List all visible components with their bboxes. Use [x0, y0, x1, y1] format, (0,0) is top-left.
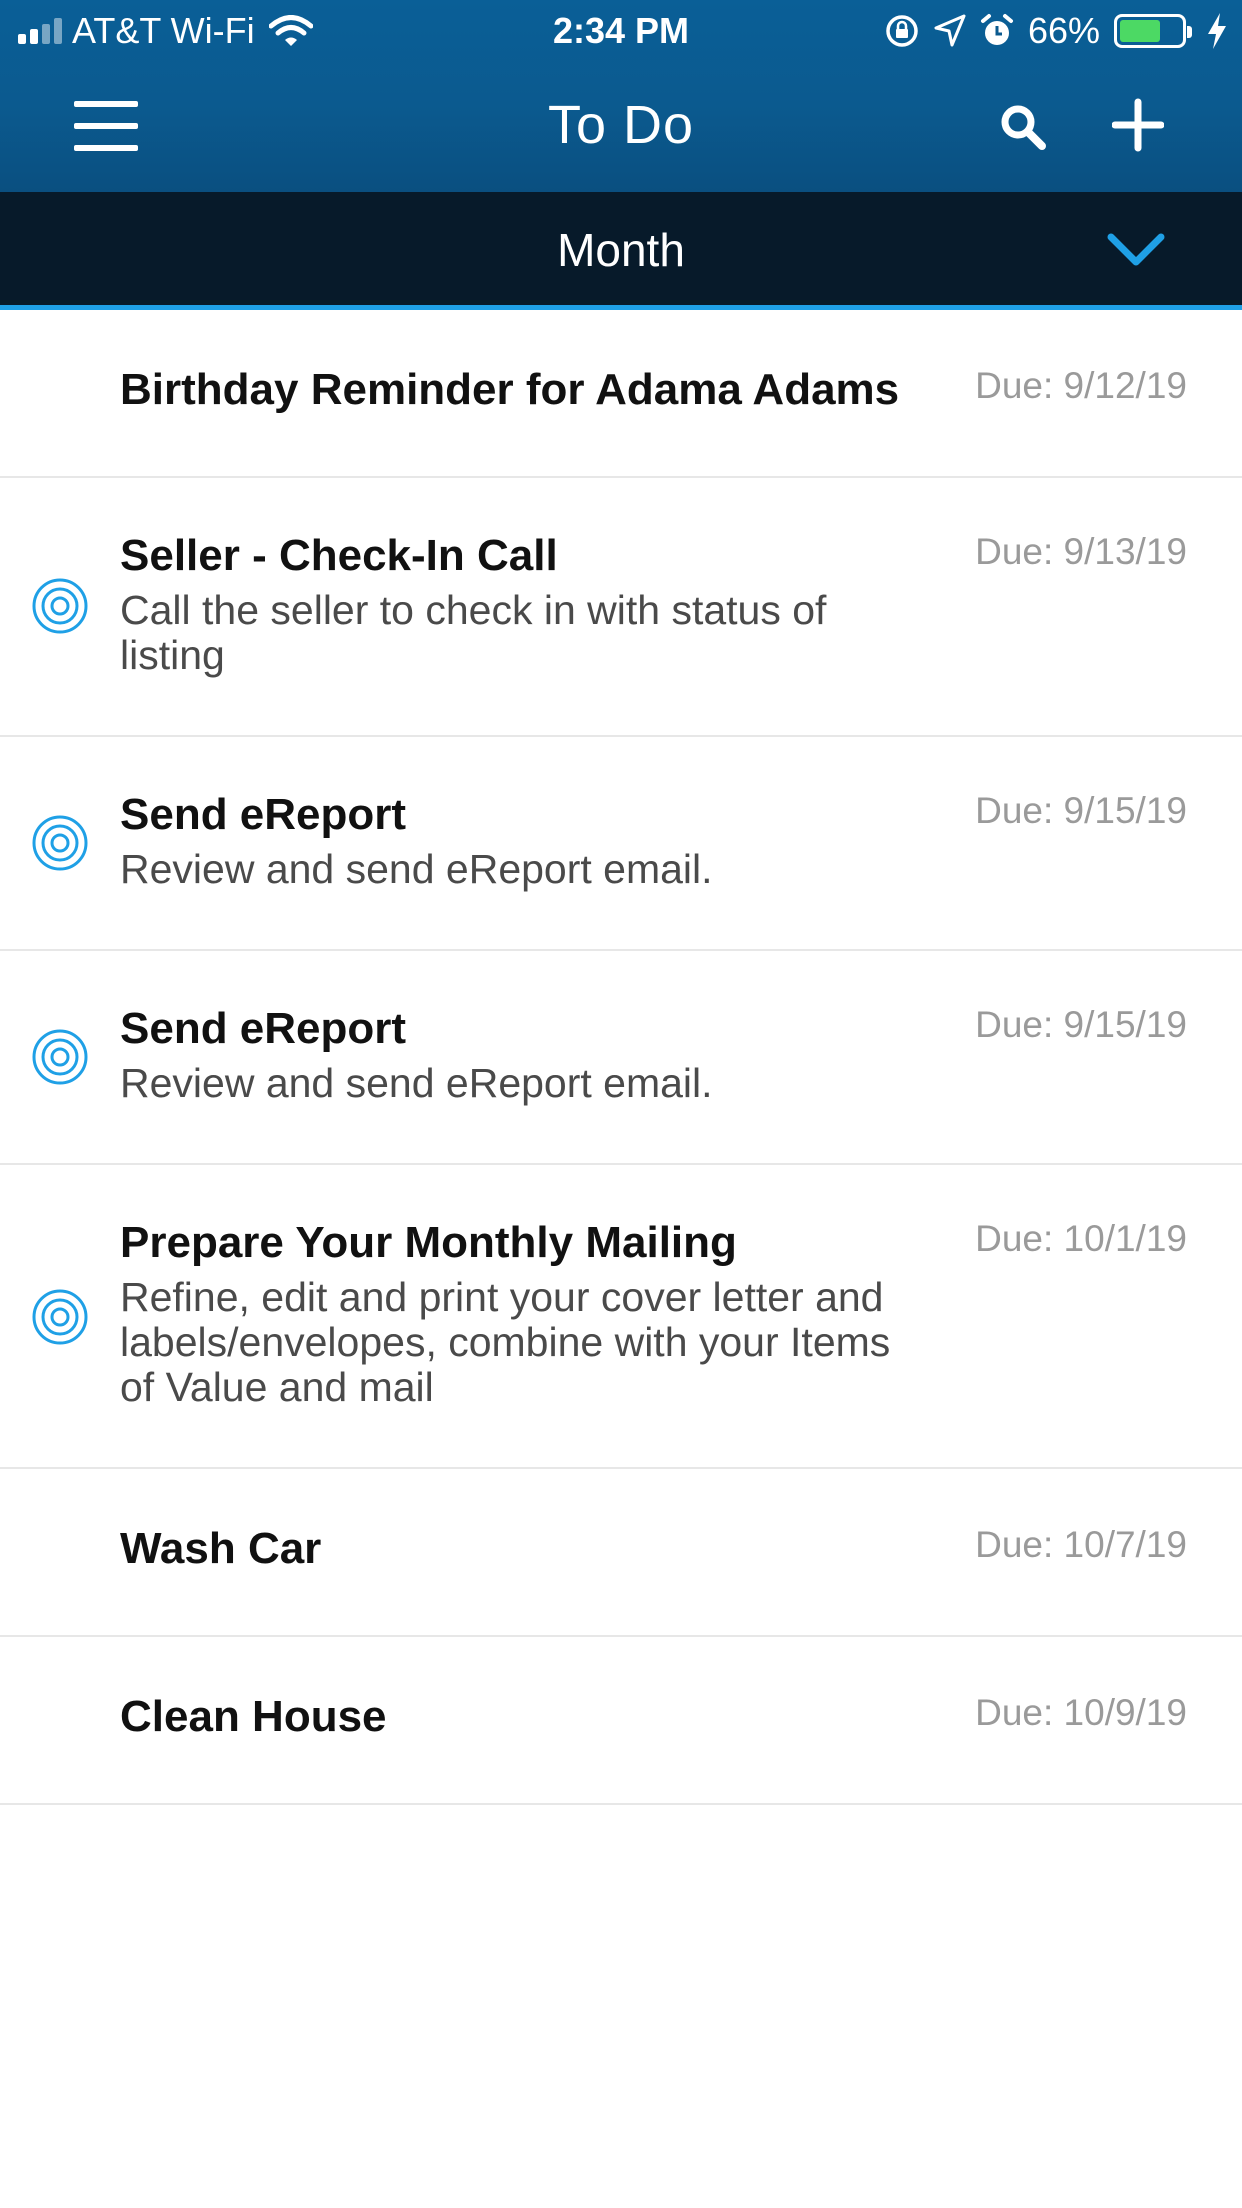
task-due-date: Due: 9/15/19 — [975, 1004, 1187, 1045]
task-description: Call the seller to check in with status … — [120, 587, 827, 678]
task-due-date: Due: 9/12/19 — [975, 365, 1187, 406]
task-due-date: Due: 9/15/19 — [975, 790, 1187, 831]
plus-icon[interactable] — [1112, 98, 1164, 152]
task-title: Seller - Check-In Call — [120, 531, 558, 580]
status-bar: AT&T Wi-Fi 2:34 PM 66% — [0, 0, 1242, 62]
navigation-bar: To Do — [0, 62, 1242, 192]
task-description: Review and send eReport email. — [120, 1060, 713, 1106]
task-description: Refine, edit and print your cover letter… — [120, 1274, 891, 1410]
filter-label: Month — [557, 224, 685, 276]
battery-level-fill — [1120, 20, 1160, 42]
task-title: Send eReport — [120, 1004, 407, 1053]
battery-percent: 66% — [1027, 10, 1100, 51]
battery-icon — [1114, 14, 1192, 48]
task-due-date: Due: 10/7/19 — [975, 1524, 1187, 1565]
target-icon — [32, 578, 88, 634]
task-item[interactable]: Wash Car Due: 10/7/19 — [0, 1469, 1242, 1637]
app-header: AT&T Wi-Fi 2:34 PM 66% To Do — [0, 0, 1242, 192]
task-title: Birthday Reminder for Adama Adams — [120, 365, 900, 414]
task-title: Clean House — [120, 1692, 387, 1741]
task-title: Prepare Your Monthly Mailing — [120, 1218, 737, 1267]
task-title: Wash Car — [120, 1524, 322, 1573]
task-description: Review and send eReport email. — [120, 846, 713, 892]
task-due-date: Due: 10/9/19 — [975, 1692, 1187, 1733]
month-filter-dropdown[interactable]: Month — [0, 192, 1242, 310]
task-item[interactable]: Birthday Reminder for Adama Adams Due: 9… — [0, 310, 1242, 478]
status-right: 66% — [884, 10, 1228, 52]
alarm-icon — [980, 14, 1013, 45]
task-item[interactable]: Prepare Your Monthly Mailing Refine, edi… — [0, 1165, 1242, 1469]
orientation-lock-icon — [886, 15, 918, 47]
task-item[interactable]: Send eReport Review and send eReport ema… — [0, 737, 1242, 951]
target-icon — [32, 1289, 88, 1345]
chevron-down-icon[interactable] — [1106, 232, 1166, 268]
search-icon[interactable] — [998, 102, 1048, 152]
task-item[interactable]: Seller - Check-In Call Call the seller t… — [0, 478, 1242, 737]
task-due-date: Due: 10/1/19 — [975, 1218, 1187, 1259]
task-title: Send eReport — [120, 790, 407, 839]
task-due-date: Due: 9/13/19 — [975, 531, 1187, 572]
task-item[interactable]: Send eReport Review and send eReport ema… — [0, 951, 1242, 1165]
task-item[interactable]: Clean House Due: 10/9/19 — [0, 1637, 1242, 1805]
charging-bolt-icon — [1208, 13, 1226, 49]
target-icon — [32, 1029, 88, 1085]
target-icon — [32, 815, 88, 871]
location-arrow-icon — [934, 14, 966, 47]
page-title: To Do — [547, 95, 695, 155]
task-list: Birthday Reminder for Adama Adams Due: 9… — [0, 310, 1242, 1805]
